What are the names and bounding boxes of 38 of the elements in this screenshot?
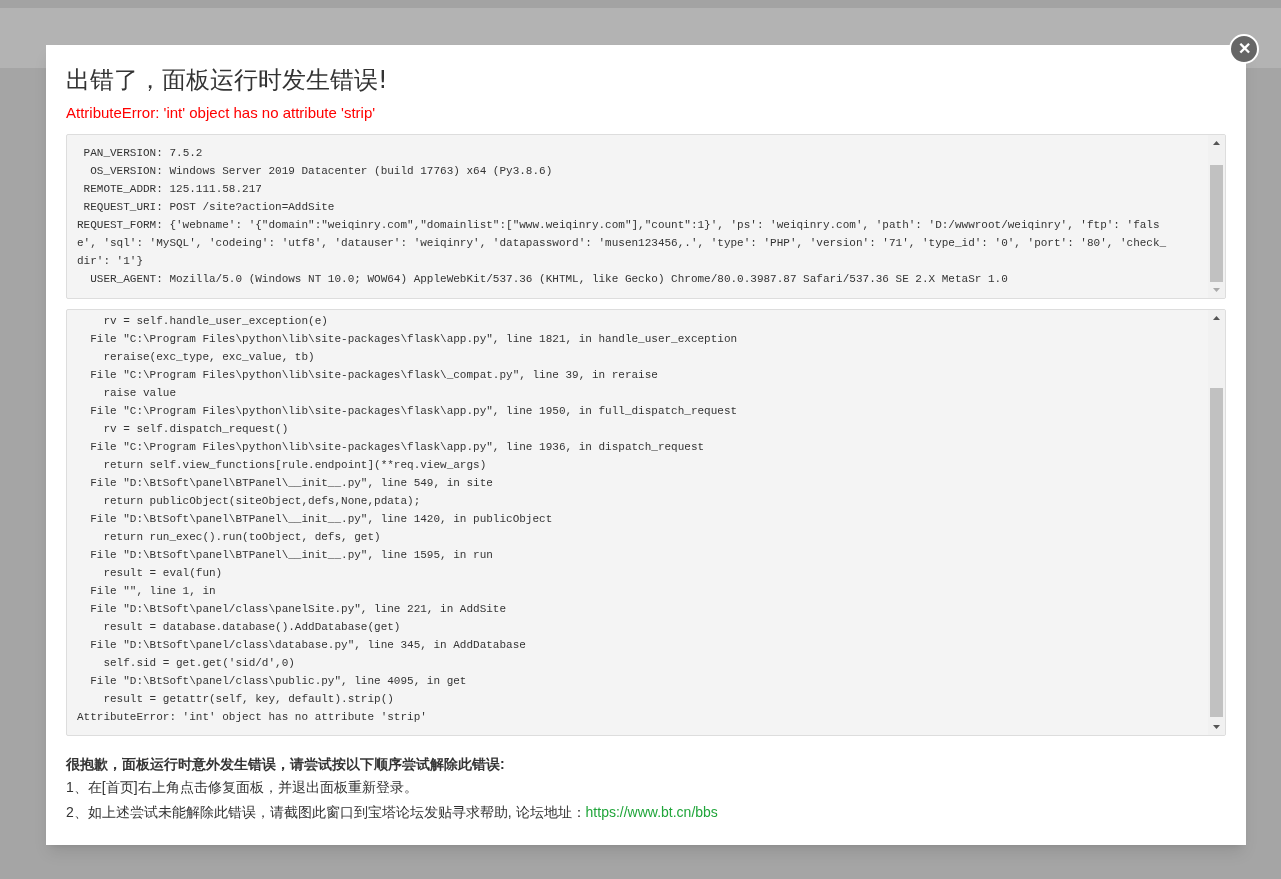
code-line: PAN_VERSION: 7.5.2: [82, 146, 204, 161]
code-line: result = database.database().AddDatabase(get): [102, 620, 402, 635]
code-line: rv = self.handle_user_exception(e): [102, 314, 329, 329]
code-line: USER_AGENT: Mozilla/5.0 (Windows NT 10.0; WOW64) AppleWebKit/537.36 (KHTML, like Gecko) Chrome/80.0.3987.87 Safari/537.36 SE 2.X MetaSr 1.0: [89, 272, 1009, 287]
code-line: OS_VERSION: Windows Server 2019 Datacenter (build 17763) x64 (Py3.8.6): [89, 164, 554, 179]
code-line: result = getattr(self, key, default).strip(): [102, 692, 395, 707]
code-line: File "C:\Program Files\python\lib\site-packages\flask\app.py", line 1950, in full_dispatch_request: [89, 404, 739, 419]
scroll-up-icon[interactable]: [1213, 141, 1220, 145]
code-line: raise value: [102, 386, 178, 401]
scroll-up-icon[interactable]: [1213, 316, 1220, 320]
help-step: 1、在[首页]右上角点击修复面板，并退出面板重新登录。: [66, 775, 418, 800]
code-line: File "C:\Program Files\python\lib\site-packages\flask\app.py", line 1821, in handle_user_exception: [89, 332, 739, 347]
code-line: rv = self.dispatch_request(): [102, 422, 290, 437]
code-line: File "D:\BtSoft\panel/class\database.py", line 345, in AddDatabase: [89, 638, 527, 653]
code-line: reraise(exc_type, exc_value, tb): [102, 350, 316, 365]
code-line: File "", line 1, in: [89, 584, 217, 599]
help-heading: 很抱歉，面板运行时意外发生错误，请尝试按以下顺序尝试解除此错误:: [66, 755, 505, 774]
code-line: File "D:\BtSoft\panel\BTPanel\__init__.py", line 1420, in publicObject: [89, 512, 554, 527]
dialog-title: 出错了，面板运行时发生错误!: [66, 65, 388, 96]
code-line: result = eval(fun): [102, 566, 224, 581]
code-line: File "C:\Program Files\python\lib\site-packages\flask\_compat.py", line 39, in reraise: [89, 368, 659, 383]
forum-link[interactable]: https://www.bt.cn/bbs: [585, 800, 718, 825]
code-line: return self.view_functions[rule.endpoint](**req.view_args): [102, 458, 488, 473]
code-line: File "C:\Program Files\python\lib\site-packages\flask\app.py", line 1936, in dispatch_request: [89, 440, 706, 455]
code-line: return publicObject(siteObject,defs,None,pdata);: [102, 494, 422, 509]
code-line: REMOTE_ADDR: 125.111.58.217: [82, 182, 263, 197]
code-line: REQUEST_URI: POST /site?action=AddSite: [82, 200, 336, 215]
code-line: File "D:\BtSoft\panel\BTPanel\__init__.py", line 1595, in run: [89, 548, 494, 563]
code-line: REQUEST_FORM: {'webname': '{"domain":"weiqinry.com","domainlist":["www.weiqinry.com"],"count":1}', 'ps': 'weiqinry.com', 'path': 'D:/wwwroot/weiqinry', 'ftp': 'false', 'sql': 'MySQL', 'codeing': 'utf8', 'datauser': 'weiqinry', 'datapassword': 'musen123456,.', 'type': 'PHP', 'version': '71', 'type_id': '0', 'port': '80', 'check_dir': '1'}: [77, 218, 1168, 269]
code-line: File "D:\BtSoft\panel/class\panelSite.py", line 221, in AddSite: [89, 602, 508, 617]
code-line: File "D:\BtSoft\panel/class\public.py", line 4095, in get: [89, 674, 468, 689]
scroll-down-icon[interactable]: [1213, 725, 1220, 729]
code-line: return run_exec().run(toObject, defs, get): [102, 530, 382, 545]
code-line: self.sid = get.get('sid/d',0): [102, 656, 296, 671]
code-line: File "D:\BtSoft\panel\BTPanel\__init__.py", line 549, in site: [89, 476, 494, 491]
code-line: AttributeError: 'int' object has no attribute 'strip': [77, 710, 428, 725]
error-message: AttributeError: 'int' object has no attribute 'strip': [66, 103, 376, 123]
help-step: 2、如上述尝试未能解除此错误，请截图此窗口到宝塔论坛发贴寻求帮助, 论坛地址：: [66, 800, 586, 825]
